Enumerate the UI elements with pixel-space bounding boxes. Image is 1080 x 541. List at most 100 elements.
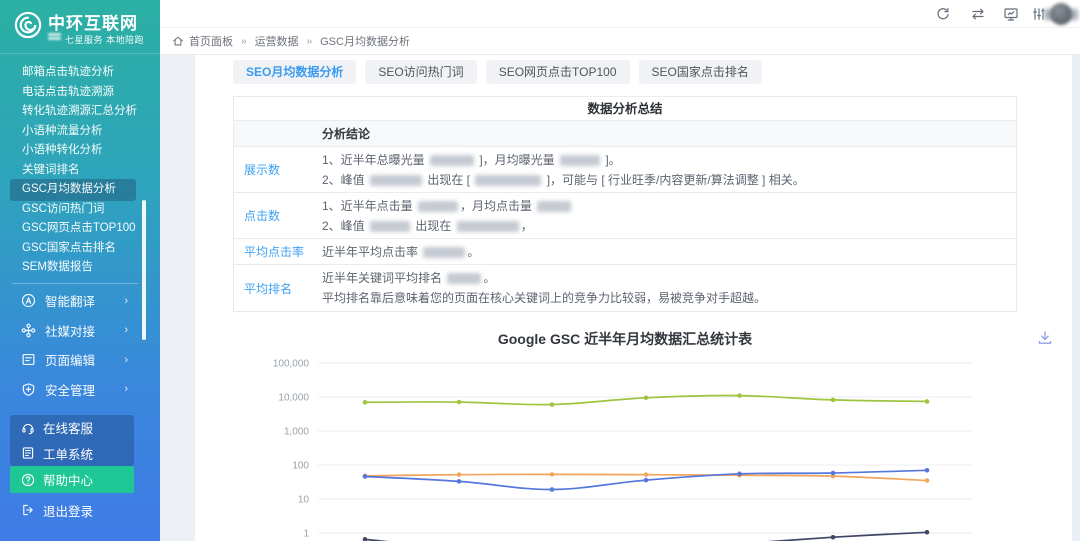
sidebar-footer-item[interactable]: 退出登录 bbox=[10, 497, 134, 523]
summary-table-header: 分析结论 bbox=[234, 121, 1016, 147]
sidebar-item[interactable]: 关键词排名 bbox=[0, 161, 160, 181]
redacted-value bbox=[423, 247, 465, 258]
svg-text:100: 100 bbox=[292, 461, 309, 472]
row-label: 平均点击率 bbox=[234, 239, 322, 264]
redacted-value bbox=[370, 221, 410, 232]
sidebar-footer-label: 工单系统 bbox=[43, 444, 93, 463]
redacted-value bbox=[370, 175, 422, 186]
sidebar-item[interactable]: GSC月均数据分析 bbox=[0, 180, 160, 200]
sidebar-group-label: 智能翻译 bbox=[45, 291, 95, 310]
breadcrumb: 首页面板 » 运营数据 » GSC月均数据分析 bbox=[189, 28, 410, 54]
swap-icon[interactable] bbox=[970, 6, 986, 22]
chevron-right-icon: › bbox=[124, 324, 128, 336]
chart-line-series-dark bbox=[365, 532, 927, 541]
redacted-value bbox=[418, 201, 458, 212]
sidebar-divider bbox=[12, 283, 138, 284]
breadcrumb-item[interactable]: 首页面板 bbox=[189, 33, 233, 49]
svg-text:1: 1 bbox=[303, 529, 309, 540]
svg-text:1,000: 1,000 bbox=[284, 427, 309, 438]
row-label: 展示数 bbox=[234, 147, 322, 192]
redacted-value bbox=[560, 155, 600, 166]
app-logo: 中环互联网 七星服务 本地陪跑 bbox=[0, 0, 160, 54]
breadcrumb-separator: » bbox=[307, 36, 313, 47]
ticket-icon bbox=[21, 446, 35, 460]
help-icon bbox=[21, 473, 35, 487]
social-connect-icon bbox=[21, 323, 36, 338]
chevron-right-icon: › bbox=[124, 354, 128, 366]
logout-icon bbox=[21, 503, 35, 517]
table-row: 平均排名近半年关键词平均排名 。平均排名靠后意味着您的页面在核心关键词上的竞争力… bbox=[234, 265, 1016, 311]
svg-text:10: 10 bbox=[298, 495, 310, 506]
sidebar: 中环互联网 七星服务 本地陪跑 邮箱点击轨迹分析电话点击轨迹溯源转化轨迹溯源汇总… bbox=[0, 0, 160, 541]
breadcrumb-separator: » bbox=[241, 36, 247, 47]
sidebar-item[interactable]: 电话点击轨迹溯源 bbox=[0, 83, 160, 103]
row-label: 点击数 bbox=[234, 193, 322, 238]
headset-icon bbox=[21, 421, 35, 435]
sidebar-item[interactable]: GSC网页点击TOP100 bbox=[0, 219, 160, 239]
sidebar-groups: 智能翻译 › 社媒对接 › 页面编辑 › 安全管理 › bbox=[0, 286, 160, 404]
logo-tagline-redacted bbox=[48, 33, 61, 43]
sidebar-group-item[interactable]: 安全管理 › bbox=[0, 375, 160, 405]
tab-bar: SEO月均数据分析 SEO访问热门词 SEO网页点击TOP100 SEO国家点击排名 bbox=[233, 60, 762, 84]
sidebar-footer-item[interactable]: 在线客服 bbox=[10, 415, 134, 441]
tab[interactable]: SEO月均数据分析 bbox=[233, 60, 356, 84]
page-edit-icon bbox=[21, 352, 36, 367]
security-icon bbox=[21, 382, 36, 397]
gsc-trend-chart: 100,000 10,000 1,000 100 10 1 bbox=[233, 350, 1023, 541]
row-conclusion: 近半年关键词平均排名 。平均排名靠后意味着您的页面在核心关键词上的竞争力比较弱，… bbox=[322, 265, 1016, 311]
table-row: 平均点击率近半年平均点击率 。 bbox=[234, 239, 1016, 265]
content-area: SEO月均数据分析SEO访问热门词SEO网页点击TOP100SEO国家点击排名 … bbox=[160, 55, 1080, 541]
svg-text:10,000: 10,000 bbox=[278, 393, 309, 404]
redacted-value bbox=[447, 273, 481, 284]
sidebar-footer-label: 退出登录 bbox=[43, 501, 93, 520]
sidebar-footer-item[interactable]: 帮助中心 bbox=[10, 466, 134, 493]
sidebar-group-item[interactable]: 智能翻译 › bbox=[0, 286, 160, 316]
chevron-right-icon: › bbox=[124, 383, 128, 395]
sidebar-group-item[interactable]: 页面编辑 › bbox=[0, 345, 160, 375]
app-window: 中环互联网 七星服务 本地陪跑 邮箱点击轨迹分析电话点击轨迹溯源转化轨迹溯源汇总… bbox=[0, 0, 1080, 541]
sidebar-footer-label: 在线客服 bbox=[43, 418, 93, 437]
row-conclusion: 1、近半年总曝光量 ]，月均曝光量 ]。2、峰值 出现在 [ ]，可能与 [ 行… bbox=[322, 147, 1016, 192]
redacted-value bbox=[457, 221, 519, 232]
sidebar-group-label: 页面编辑 bbox=[45, 350, 95, 369]
sidebar-item[interactable]: 邮箱点击轨迹分析 bbox=[0, 63, 160, 83]
chart-title: Google GSC 近半年月均数据汇总统计表 bbox=[233, 329, 1017, 349]
tab[interactable]: SEO国家点击排名 bbox=[639, 60, 762, 84]
sidebar-menu: 邮箱点击轨迹分析电话点击轨迹溯源转化轨迹溯源汇总分析小语种流量分析小语种转化分析… bbox=[0, 63, 160, 278]
sidebar-group-label: 社媒对接 bbox=[45, 321, 95, 340]
table-row: 展示数1、近半年总曝光量 ]，月均曝光量 ]。2、峰值 出现在 [ ]，可能与 … bbox=[234, 147, 1016, 193]
refresh-icon[interactable] bbox=[935, 6, 951, 22]
sidebar-item[interactable]: SEM数据报告 bbox=[0, 258, 160, 278]
redacted-value bbox=[475, 175, 541, 186]
breadcrumb-item[interactable]: GSC月均数据分析 bbox=[320, 33, 410, 49]
sidebar-item[interactable]: 转化轨迹溯源汇总分析 bbox=[0, 102, 160, 122]
tab[interactable]: SEO网页点击TOP100 bbox=[486, 60, 630, 84]
logo-swirl-icon bbox=[13, 10, 43, 40]
sidebar-group-item[interactable]: 社媒对接 › bbox=[0, 316, 160, 346]
content-card: SEO月均数据分析SEO访问热门词SEO网页点击TOP100SEO国家点击排名 … bbox=[195, 55, 1072, 541]
row-conclusion: 近半年平均点击率 。 bbox=[322, 239, 1016, 264]
chevron-right-icon: › bbox=[124, 295, 128, 307]
sidebar-footer-item[interactable]: 工单系统 bbox=[10, 441, 134, 467]
topbar bbox=[160, 0, 1080, 28]
table-row: 点击数1、近半年点击量 ，月均点击量 2、峰值 出现在 ， bbox=[234, 193, 1016, 239]
summary-table: 数据分析总结 分析结论 展示数1、近半年总曝光量 ]，月均曝光量 ]。2、峰值 … bbox=[233, 96, 1017, 312]
sidebar-item[interactable]: 小语种流量分析 bbox=[0, 122, 160, 142]
sidebar-group-label: 安全管理 bbox=[45, 380, 95, 399]
redacted-value bbox=[537, 201, 571, 212]
translate-icon bbox=[21, 293, 36, 308]
page-scrollbar-track[interactable] bbox=[1072, 55, 1080, 541]
download-icon[interactable] bbox=[1036, 329, 1054, 347]
app-subtitle: 七星服务 本地陪跑 bbox=[65, 33, 144, 46]
sidebar-item[interactable]: 小语种转化分析 bbox=[0, 141, 160, 161]
svg-text:100,000: 100,000 bbox=[273, 359, 310, 370]
sidebar-item[interactable]: GSC国家点击排名 bbox=[0, 239, 160, 259]
redacted-value bbox=[430, 155, 474, 166]
sidebar-item[interactable]: GSC访问热门词 bbox=[0, 200, 160, 220]
home-icon[interactable] bbox=[172, 35, 184, 47]
monitor-icon[interactable] bbox=[1003, 6, 1019, 22]
sidebar-footer-label: 帮助中心 bbox=[43, 470, 93, 489]
tab[interactable]: SEO访问热门词 bbox=[365, 60, 476, 84]
breadcrumb-item[interactable]: 运营数据 bbox=[255, 33, 299, 49]
user-avatar[interactable] bbox=[1050, 3, 1072, 25]
